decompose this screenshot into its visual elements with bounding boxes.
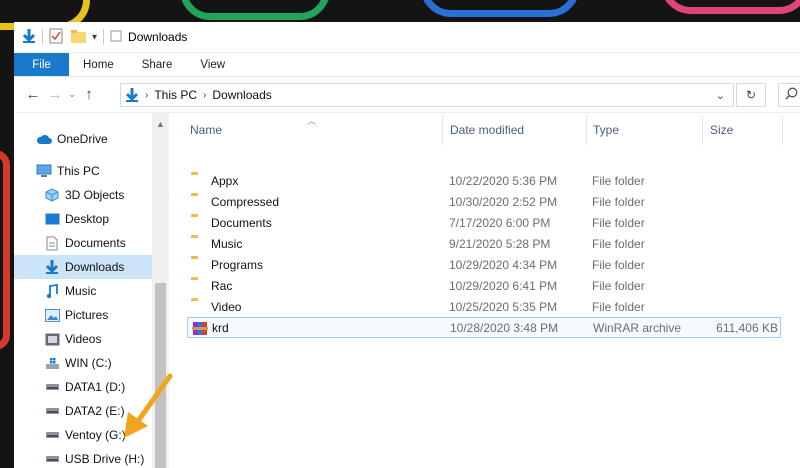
new-folder-icon[interactable] [71, 29, 86, 46]
column-header-name[interactable]: Name [190, 120, 222, 140]
up-button[interactable]: ↑ [78, 86, 100, 103]
file-row-appx[interactable]: Appx 10/22/2020 5:36 PM File folder [187, 171, 781, 192]
toolbar-separator [103, 29, 105, 45]
music-icon [44, 283, 60, 298]
folder-icon [191, 258, 207, 271]
tab-file[interactable]: File [14, 53, 69, 76]
column-header-date-modified[interactable]: Date modified [450, 120, 524, 140]
background-paperclip-green [180, 0, 330, 20]
background-paperclip-pink [660, 0, 800, 14]
arrow-up-icon: ↑ [85, 86, 93, 103]
column-divider[interactable] [586, 115, 587, 145]
breadcrumb-separator-icon[interactable]: › [203, 90, 206, 101]
sidebar-item-downloads[interactable]: Downloads [14, 255, 152, 279]
annotation-arrow-icon [124, 373, 173, 438]
cube-icon [44, 188, 60, 202]
folder-icon [191, 216, 207, 229]
quick-access-toolbar: ▾ [22, 22, 122, 53]
sidebar-item-this-pc[interactable]: This PC [14, 159, 152, 183]
column-divider[interactable] [702, 115, 703, 145]
windows-drive-icon [44, 356, 60, 370]
file-row-krd[interactable]: krd 10/28/2020 3:48 PM WinRAR archive 61… [187, 317, 781, 338]
search-icon [785, 87, 798, 103]
title-folder-icon [110, 30, 122, 45]
folder-icon [191, 279, 207, 292]
sidebar-item-videos[interactable]: Videos [14, 327, 152, 351]
drive-icon [44, 428, 60, 442]
recent-locations-button[interactable]: ⌄ [66, 89, 78, 100]
ribbon-tabs: File Home Share View [14, 53, 800, 77]
video-icon [44, 332, 60, 346]
winrar-archive-icon [192, 321, 208, 335]
arrow-left-icon: ← [25, 86, 41, 103]
sidebar-item-desktop[interactable]: Desktop [14, 207, 152, 231]
drive-icon [44, 404, 60, 418]
scroll-up-button[interactable]: ▲ [152, 117, 169, 131]
cloud-icon [36, 132, 52, 146]
document-icon [44, 236, 60, 250]
download-arrow-icon [22, 28, 36, 47]
background-paperclip-blue [420, 0, 580, 17]
search-input[interactable] [778, 83, 800, 107]
address-history-dropdown-icon[interactable]: ⌄ [716, 89, 725, 102]
folder-icon [191, 300, 207, 313]
column-header-type[interactable]: Type [593, 120, 619, 140]
column-header-size[interactable]: Size [710, 120, 733, 140]
file-row-music[interactable]: Music 9/21/2020 5:28 PM File folder [187, 234, 781, 255]
customize-toolbar-dropdown-icon[interactable]: ▾ [92, 32, 97, 43]
file-row-video[interactable]: Video 10/25/2020 5:35 PM File folder [187, 297, 781, 318]
sidebar-item-usb-drive-h[interactable]: USB Drive (H:) [14, 447, 152, 468]
sidebar-item-3d-objects[interactable]: 3D Objects [14, 183, 152, 207]
navigation-bar: ← → ⌄ ↑ › This PC › Downloads ⌄ ↻ [14, 77, 800, 113]
column-divider[interactable] [782, 115, 783, 145]
back-button[interactable]: ← [22, 86, 44, 103]
computer-icon [36, 164, 52, 178]
tab-view[interactable]: View [186, 53, 239, 76]
download-location-icon [125, 87, 139, 103]
file-row-programs[interactable]: Programs 10/29/2020 4:34 PM File folder [187, 255, 781, 276]
drive-icon [44, 452, 60, 466]
folder-icon [191, 237, 207, 250]
file-row-documents[interactable]: Documents 7/17/2020 6:00 PM File folder [187, 213, 781, 234]
breadcrumb-downloads[interactable]: Downloads [212, 88, 271, 102]
title-bar: ▾ Downloads [14, 22, 800, 53]
address-bar[interactable]: › This PC › Downloads ⌄ [120, 83, 734, 107]
properties-icon[interactable] [49, 28, 63, 47]
chevron-down-icon: ⌄ [68, 89, 76, 99]
sidebar-item-documents[interactable]: Documents [14, 231, 152, 255]
file-list: ︿ Name Date modified Type Size Appx 10/2… [169, 113, 800, 468]
caret-up-icon: ▲ [156, 119, 165, 129]
file-row-compressed[interactable]: Compressed 10/30/2020 2:52 PM File folde… [187, 192, 781, 213]
folder-icon [191, 195, 207, 208]
tab-home[interactable]: Home [69, 53, 128, 76]
breadcrumb-separator-icon[interactable]: › [145, 90, 148, 101]
refresh-icon: ↻ [745, 88, 757, 102]
breadcrumb-this-pc[interactable]: This PC [154, 88, 197, 102]
file-row-rac[interactable]: Rac 10/29/2020 6:41 PM File folder [187, 276, 781, 297]
desktop-icon [44, 212, 60, 226]
tab-share[interactable]: Share [128, 53, 187, 76]
picture-icon [44, 308, 60, 322]
sidebar-item-pictures[interactable]: Pictures [14, 303, 152, 327]
drive-icon [44, 380, 60, 394]
forward-button[interactable]: → [44, 86, 66, 103]
sort-ascending-icon: ︿ [307, 116, 317, 126]
download-icon [44, 260, 60, 274]
arrow-right-icon: → [47, 86, 63, 103]
window-title: Downloads [128, 30, 188, 44]
column-divider[interactable] [442, 115, 443, 145]
background-paperclip-red [0, 150, 10, 350]
refresh-button[interactable]: ↻ [736, 83, 766, 107]
toolbar-separator [42, 29, 43, 45]
folder-icon [191, 174, 207, 187]
sidebar-item-music[interactable]: Music [14, 279, 152, 303]
sidebar-item-onedrive[interactable]: OneDrive [14, 127, 152, 151]
